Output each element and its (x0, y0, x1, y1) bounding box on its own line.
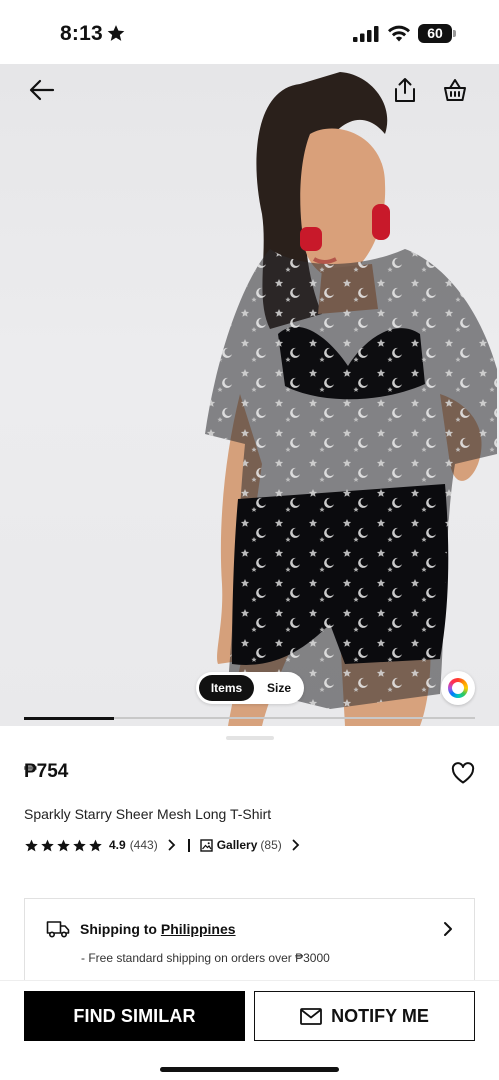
star-icon (89, 839, 102, 851)
star-rating (24, 838, 103, 853)
color-picker-button[interactable] (441, 671, 475, 705)
divider (187, 838, 190, 852)
share-button[interactable] (387, 72, 423, 108)
chevron-right-icon[interactable] (168, 839, 176, 851)
gallery-count: (85) (260, 838, 282, 852)
status-bar: 8:13 60 (0, 0, 499, 64)
product-image-gallery[interactable]: Items Size (0, 64, 499, 726)
cart-button[interactable] (437, 72, 473, 108)
shipping-note: - Free standard shipping on orders over … (81, 951, 330, 965)
rating-value: 4.9 (109, 838, 126, 852)
color-wheel-icon (448, 678, 468, 698)
heart-icon (451, 762, 475, 784)
battery-level: 60 (418, 24, 452, 43)
tab-items[interactable]: Items (199, 675, 254, 701)
find-similar-button[interactable]: FIND SIMILAR (24, 991, 245, 1041)
gallery-view-toggle: Items Size (196, 672, 304, 704)
battery-indicator: 60 (418, 24, 456, 43)
notify-me-button[interactable]: NOTIFY ME (254, 991, 475, 1041)
product-title: Sparkly Starry Sheer Mesh Long T-Shirt (24, 806, 272, 822)
notify-me-label: NOTIFY ME (331, 1005, 429, 1026)
chevron-right-icon[interactable] (441, 921, 455, 937)
star-icon (57, 839, 70, 851)
star-icon (73, 839, 86, 851)
wifi-icon (388, 25, 410, 42)
back-button[interactable] (24, 72, 60, 108)
bottom-action-bar: FIND SIMILAR NOTIFY ME (0, 980, 499, 1080)
signal-icon (353, 26, 379, 42)
shipping-prefix: Shipping to (80, 921, 157, 937)
shipping-destination: Shipping to Philippines (80, 921, 236, 937)
product-photo (205, 72, 497, 726)
chevron-right-icon[interactable] (292, 839, 300, 851)
gallery-progress-fill (24, 716, 115, 720)
gallery-icon (200, 838, 213, 852)
product-price: ₱754 (24, 761, 69, 782)
tab-size[interactable]: Size (258, 675, 300, 701)
status-time: 8:13 (60, 22, 103, 45)
share-icon (395, 78, 415, 102)
star-icon (41, 839, 54, 851)
rating-row: 4.9 (443) Gallery (85) (24, 836, 312, 854)
truck-icon (46, 921, 70, 938)
gallery-link[interactable]: Gallery (217, 838, 258, 852)
shopping-bag-icon (444, 79, 466, 101)
gallery-progress (24, 716, 475, 720)
star-icon (107, 25, 125, 41)
arrow-left-icon (29, 79, 55, 101)
star-icon (25, 839, 38, 851)
shipping-country-link[interactable]: Philippines (161, 921, 236, 937)
sheet-handle[interactable] (226, 736, 274, 740)
review-count[interactable]: (443) (130, 838, 158, 852)
mail-icon (300, 1007, 323, 1025)
wishlist-button[interactable] (450, 760, 476, 786)
home-indicator[interactable] (160, 1067, 339, 1072)
